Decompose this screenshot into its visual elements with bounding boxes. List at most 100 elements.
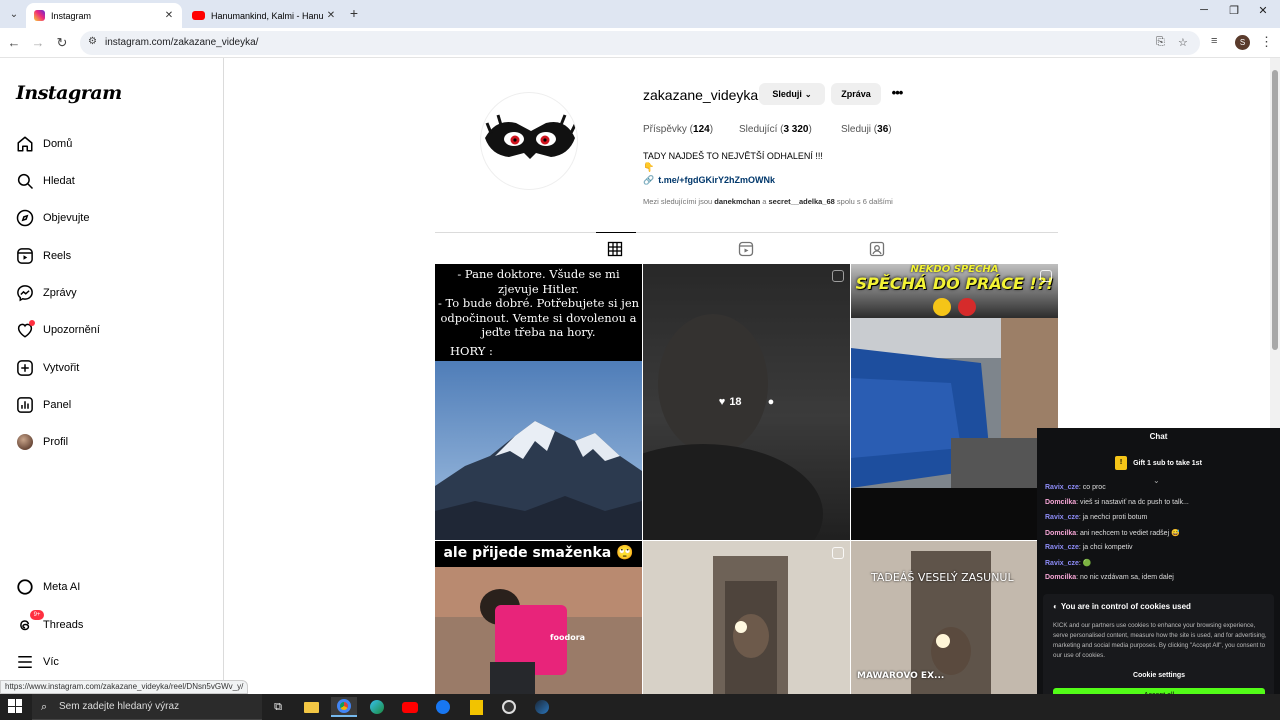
tab-reels[interactable] <box>738 241 754 257</box>
task-view-icon[interactable]: ⧉ <box>265 697 291 717</box>
winamp-icon[interactable] <box>463 697 489 717</box>
post-5[interactable] <box>643 541 850 694</box>
posts-count[interactable]: Příspěvky (124) <box>643 124 713 135</box>
chrome-icon[interactable] <box>331 697 357 717</box>
tab-search-chevron-icon[interactable]: ⌄ <box>4 5 24 23</box>
tab-youtube[interactable]: Hanumankind, Kalmi - Hanuma ✕ <box>184 3 344 28</box>
minimize-icon[interactable]: ─ <box>1187 4 1221 22</box>
sidebar-item-search[interactable]: Hledat <box>16 169 75 193</box>
comment-bubble-icon: ● <box>767 396 775 408</box>
followers-value: 3 320 <box>783 124 809 135</box>
sidebar-item-messages[interactable]: Zprávy <box>16 281 77 305</box>
sidebar-item-meta-ai[interactable]: Meta AI <box>16 575 80 599</box>
chat-username[interactable]: Ravix_cze <box>1045 484 1079 491</box>
sidebar-item-more[interactable]: Víc <box>16 650 59 674</box>
browser-profile-avatar[interactable]: S <box>1235 35 1250 50</box>
sidebar-item-explore[interactable]: Objevujte <box>16 206 89 230</box>
cookie-icon: ◐ <box>1053 602 1058 611</box>
browser-menu-icon[interactable]: ⋮ <box>1260 34 1273 50</box>
tab-posts-grid[interactable] <box>607 241 623 257</box>
message-button[interactable]: Zpráva <box>831 83 881 105</box>
likes-count: 18 <box>729 396 742 408</box>
post-2[interactable]: ♥ 18 ● <box>643 264 850 540</box>
chat-text: : ja chci kompetiv <box>1078 544 1133 551</box>
post-4[interactable]: ale přijede smaženka 🙄 foodora <box>435 541 642 694</box>
sidebar-item-dashboard[interactable]: Panel <box>16 393 71 417</box>
threads-badge: 9+ <box>30 610 44 620</box>
install-app-icon[interactable]: ⎘ <box>1156 36 1165 49</box>
compass-icon <box>16 209 34 227</box>
chat-username[interactable]: Domcilka <box>1045 499 1076 506</box>
sidebar-item-label: Domů <box>43 138 73 150</box>
sidebar-item-label: Upozornění <box>43 324 100 336</box>
windows-start-icon[interactable] <box>8 699 22 713</box>
followers-count[interactable]: Sledující (3 320) <box>739 124 812 135</box>
following-button[interactable]: Sleduji ⌄ <box>759 83 825 105</box>
new-tab-button[interactable]: + <box>346 5 362 21</box>
reels-icon <box>16 247 34 265</box>
pinned-chevron-icon[interactable]: ⌄ <box>1153 476 1160 485</box>
post-3[interactable]: NĚKDO SPĚCHÁ SPĚCHÁ DO PRÁCE !?! <box>851 264 1058 540</box>
post-1[interactable]: - Pane doktore. Všude se mi zjevuje Hitl… <box>435 264 642 540</box>
facebook-icon[interactable] <box>430 697 456 717</box>
mutuals-suffix: spolu s 6 dalšími <box>836 197 893 206</box>
sidebar-item-notifications[interactable]: Upozornění <box>16 318 100 342</box>
mirror-selfie-image <box>643 541 850 694</box>
cookie-settings-button[interactable]: Cookie settings <box>1053 669 1265 683</box>
chat-message: Domcilka: vieš si nastaviť na dc push to… <box>1045 499 1189 506</box>
omnibox[interactable]: ⚙ instagram.com/zakazane_videyka/ ⎘ ☆ <box>80 31 1200 55</box>
search-icon: ⌕ <box>41 701 48 713</box>
profile-link[interactable]: 🔗 t.me/+fgdGKirY2hZmOWNk <box>643 175 775 186</box>
back-icon[interactable]: ← <box>5 34 23 52</box>
more-options-icon[interactable]: ••• <box>887 84 907 104</box>
mutuals-prefix: Mezi sledujícími jsou <box>643 197 713 206</box>
sidebar-item-threads[interactable]: 9+ Threads <box>16 610 83 637</box>
obs-icon[interactable] <box>496 697 522 717</box>
post-6[interactable]: TADEÁŠ VESELÝ ZASUNUL MAWAROVO EX... <box>851 541 1058 694</box>
chat-username[interactable]: Ravix_cze <box>1045 514 1079 521</box>
reload-icon[interactable]: ↻ <box>53 34 71 52</box>
steam-icon[interactable] <box>529 697 555 717</box>
close-tab-icon[interactable]: ✕ <box>162 10 176 21</box>
chat-message: Ravix_cze: ja nechci proti botum <box>1045 514 1147 521</box>
edge-icon[interactable] <box>364 697 390 717</box>
close-window-icon[interactable]: ✕ <box>1246 4 1280 22</box>
chat-username[interactable]: Domcilka <box>1045 574 1076 581</box>
laughing-emoji-icon <box>933 298 951 316</box>
file-explorer-icon[interactable] <box>298 697 324 717</box>
site-info-icon[interactable]: ⚙ <box>88 36 97 47</box>
chat-username[interactable]: Domcilka <box>1045 530 1076 537</box>
post-3-caption-2: SPĚCHÁ DO PRÁCE !?! <box>855 274 1054 293</box>
bookmark-star-icon[interactable]: ☆ <box>1178 36 1188 49</box>
url-text[interactable]: instagram.com/zakazane_videyka/ <box>105 37 258 48</box>
chat-username[interactable]: Ravix_cze <box>1045 560 1079 567</box>
taskbar-search-placeholder: Sem zadejte hledaný výraz <box>59 701 180 712</box>
forward-icon[interactable]: → <box>29 34 47 52</box>
chat-message: Ravix_cze: co proc <box>1045 484 1106 491</box>
chat-username[interactable]: Ravix_cze <box>1045 544 1079 551</box>
youtube-app-icon[interactable] <box>397 697 423 717</box>
mutual-followers[interactable]: Mezi sledujícími jsou danekmchan a secre… <box>643 197 893 206</box>
gift-sub-banner[interactable]: ! Gift 1 sub to take 1st <box>1037 456 1280 470</box>
instagram-logo[interactable]: Instagram <box>16 82 122 104</box>
profile-avatar <box>16 433 34 451</box>
chat-text: : ja nechci proti botum <box>1078 514 1148 521</box>
tab-instagram[interactable]: Instagram ✕ <box>26 3 182 28</box>
link-hover-status: https://www.instagram.com/zakazane_videy… <box>0 680 249 694</box>
instagram-favicon-icon <box>34 10 45 21</box>
sidebar-item-reels[interactable]: Reels <box>16 244 71 268</box>
active-tab-indicator <box>596 232 636 233</box>
page-scrollbar-thumb[interactable] <box>1272 70 1278 350</box>
close-tab-icon[interactable]: ✕ <box>324 10 338 21</box>
posts-label: Příspěvky <box>643 124 687 135</box>
sidebar-item-profile[interactable]: Profil <box>16 430 68 454</box>
chat-message: Domcilka: ani nechcem to vediet radšej 😅 <box>1045 529 1180 537</box>
media-controls-icon[interactable]: ≡ <box>1211 35 1217 47</box>
following-count[interactable]: Sleduji (36) <box>841 124 892 135</box>
taskbar-search[interactable]: ⌕ Sem zadejte hledaný výraz <box>32 694 262 720</box>
profile-picture[interactable] <box>480 92 578 190</box>
sidebar-item-create[interactable]: Vytvořit <box>16 356 79 380</box>
sidebar-item-label: Hledat <box>43 175 75 187</box>
sidebar-item-home[interactable]: Domů <box>16 132 72 156</box>
tab-tagged[interactable] <box>869 241 885 257</box>
